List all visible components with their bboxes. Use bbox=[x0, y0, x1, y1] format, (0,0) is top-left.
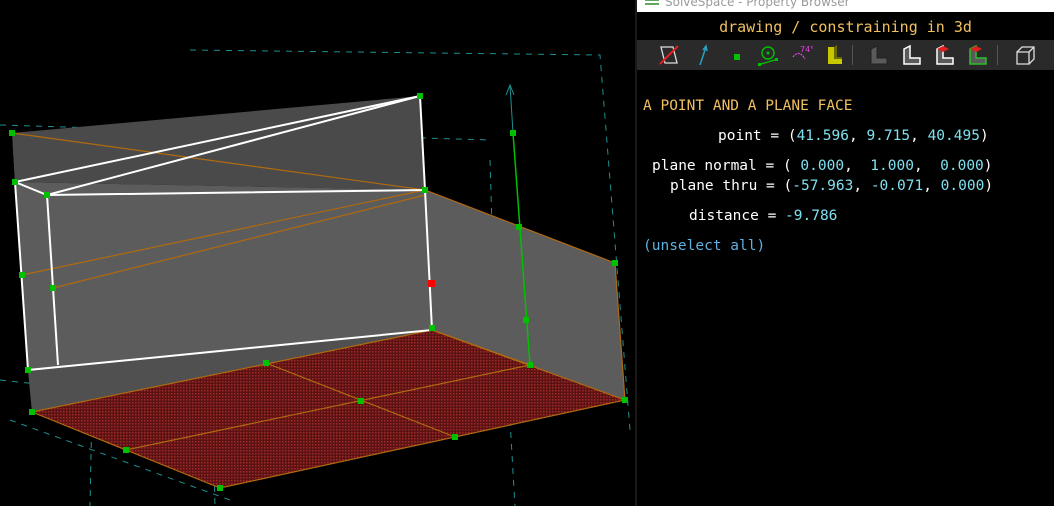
paren-close: ) bbox=[984, 178, 994, 194]
svg-text:74°: 74° bbox=[800, 45, 813, 54]
mode-banner: drawing / constraining in 3d bbox=[719, 18, 972, 36]
hide-all-icon[interactable] bbox=[657, 43, 681, 67]
app-icon bbox=[645, 0, 659, 5]
paren-open: ( bbox=[783, 178, 793, 194]
shaded-solid-icon[interactable] bbox=[867, 43, 891, 67]
show-constraints-icon[interactable]: 74° bbox=[789, 43, 813, 67]
plane-normal-label: plane normal = bbox=[652, 158, 783, 174]
show-normals-icon[interactable] bbox=[692, 43, 716, 67]
graphics-viewport[interactable] bbox=[0, 0, 635, 506]
plane-thru-label: plane thru = bbox=[670, 178, 784, 194]
paren-open: ( bbox=[782, 158, 801, 174]
plane-thru-x: -57.963 bbox=[792, 178, 854, 194]
plane-normal-row: plane normal = ( 0.000, 1.000, 0.000) bbox=[652, 158, 993, 174]
point-row: point = (41.596, 9.715, 40.495) bbox=[718, 128, 989, 144]
view-toolbar: 74° bbox=[637, 40, 1054, 70]
paren-open: ( bbox=[787, 128, 797, 144]
point-z: 40.495 bbox=[927, 128, 980, 144]
normal-arrow bbox=[505, 83, 515, 134]
outlines-icon[interactable] bbox=[933, 43, 957, 67]
point-y: 9.715 bbox=[866, 128, 911, 144]
paren-close: ) bbox=[983, 158, 993, 174]
paren-close: ) bbox=[979, 128, 989, 144]
perspective-icon[interactable] bbox=[1013, 43, 1037, 67]
plane-normal-x: 0.000 bbox=[800, 158, 845, 174]
show-points-icon[interactable] bbox=[725, 43, 749, 67]
toolbar-separator bbox=[997, 45, 998, 65]
show-construction-icon[interactable] bbox=[756, 43, 780, 67]
plane-normal-z: 0.000 bbox=[940, 158, 984, 174]
property-browser: SolveSpace - Property Browser drawing / … bbox=[637, 0, 1054, 506]
toolbar-separator bbox=[852, 45, 853, 65]
solid-edges-icon[interactable] bbox=[900, 43, 924, 67]
window-title: SolveSpace - Property Browser bbox=[665, 0, 850, 9]
plane-normal-y: 1.000 bbox=[870, 158, 914, 174]
selected-point[interactable] bbox=[428, 280, 435, 287]
distance-row: distance = -9.786 bbox=[689, 208, 1054, 224]
plane-thru-row: plane thru = (-57.963, -0.071, 0.000) bbox=[670, 178, 994, 194]
point-label: point = bbox=[718, 128, 788, 144]
plane-thru-y: -0.071 bbox=[870, 178, 924, 194]
model-3d-view[interactable] bbox=[0, 0, 635, 506]
distance-value: -9.786 bbox=[785, 208, 838, 224]
point-x: 41.596 bbox=[796, 128, 849, 144]
distance-label: distance = bbox=[689, 208, 786, 224]
mesh-icon[interactable] bbox=[966, 43, 990, 67]
show-workplanes-icon[interactable] bbox=[822, 43, 846, 67]
plane-thru-z: 0.000 bbox=[940, 178, 985, 194]
selection-heading: A POINT AND A PLANE FACE bbox=[643, 98, 853, 114]
unselect-all-link[interactable]: (unselect all) bbox=[643, 238, 765, 254]
window-titlebar: SolveSpace - Property Browser bbox=[637, 0, 1054, 12]
